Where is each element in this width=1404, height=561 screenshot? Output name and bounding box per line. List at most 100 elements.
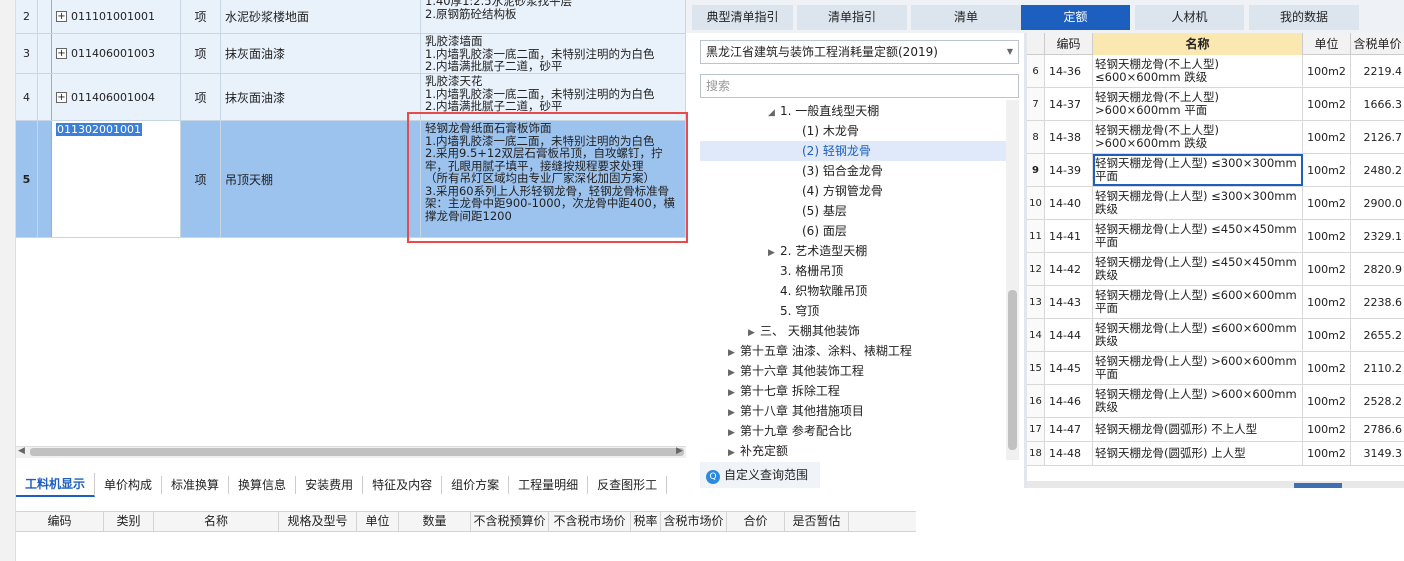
library-tab[interactable]: 定额 bbox=[1021, 5, 1130, 30]
library-tab[interactable]: 清单 bbox=[911, 5, 1021, 30]
item-features[interactable]: 1.40厚1:2.5水泥砂浆找平层 2.原钢筋砼结构板 bbox=[421, 0, 686, 33]
quota-row[interactable]: 14 14-44 轻钢天棚龙骨(上人型) ≤600×600mm 跌级 100m2 265… bbox=[1027, 319, 1404, 352]
detail-col-header[interactable]: 税率 bbox=[631, 512, 661, 531]
item-code-cell[interactable]: +011101001001 bbox=[52, 0, 181, 33]
tree-node[interactable]: (1) 木龙骨 bbox=[700, 121, 1006, 141]
tree-node[interactable]: (4) 方钢管龙骨 bbox=[700, 181, 1006, 201]
expand-icon[interactable]: + bbox=[56, 11, 67, 22]
quota-row[interactable]: 10 14-40 轻钢天棚龙骨(上人型) ≤300×300mm 跌级 100m2 290… bbox=[1027, 187, 1404, 220]
detail-col-header[interactable]: 规格及型号 bbox=[279, 512, 357, 531]
quota-col-code[interactable]: 编码 bbox=[1045, 33, 1093, 55]
quota-name[interactable]: 轻钢天棚龙骨(上人型) >600×600mm 跌级 bbox=[1093, 385, 1303, 417]
tree-node[interactable]: (3) 铝合金龙骨 bbox=[700, 161, 1006, 181]
tree-scroll-thumb[interactable] bbox=[1008, 290, 1017, 450]
quota-row[interactable]: 18 14-48 轻钢天棚龙骨(圆弧形) 上人型 100m2 3149.3 bbox=[1027, 442, 1404, 466]
quota-library-select[interactable]: 黑龙江省建筑与装饰工程消耗量定额(2019) ▼ bbox=[700, 40, 1019, 64]
quota-row[interactable]: 17 14-47 轻钢天棚龙骨(圆弧形) 不上人型 100m2 2786.6 bbox=[1027, 418, 1404, 442]
tree-node[interactable]: ◢ 1. 一般直线型天棚 bbox=[700, 101, 1006, 121]
detail-tab[interactable]: 工程量明细 bbox=[509, 476, 589, 494]
caret-right-icon[interactable]: ▶ bbox=[728, 403, 740, 423]
detail-tab[interactable]: 安装费用 bbox=[296, 476, 364, 494]
tree-node[interactable]: ▶ 第十五章 油漆、涂料、裱糊工程 bbox=[700, 341, 1006, 361]
quota-name[interactable]: 轻钢天棚龙骨(上人型) ≤600×600mm 平面 bbox=[1093, 286, 1303, 318]
quota-name[interactable]: 轻钢天棚龙骨(不上人型) >600×600mm 平面 bbox=[1093, 88, 1303, 120]
quota-row[interactable]: 9 14-39 轻钢天棚龙骨(上人型) ≤300×300mm 平面 100m2 2480… bbox=[1027, 154, 1404, 187]
tree-node[interactable]: ▶ 第十六章 其他装饰工程 bbox=[700, 361, 1006, 381]
item-code-cell[interactable]: +011406001003 bbox=[52, 34, 181, 73]
chevron-down-icon[interactable]: ▼ bbox=[1007, 41, 1013, 63]
item-code-cell[interactable]: 011302001001 bbox=[52, 121, 181, 237]
caret-right-icon[interactable]: ▶ bbox=[728, 383, 740, 403]
detail-col-header[interactable]: 单位 bbox=[357, 512, 399, 531]
tree-node[interactable]: ▶ 补充定额 bbox=[700, 441, 1006, 461]
tree-node[interactable]: ▶ 第十九章 参考配合比 bbox=[700, 421, 1006, 441]
quota-name[interactable]: 轻钢天棚龙骨(上人型) ≤450×450mm 跌级 bbox=[1093, 253, 1303, 285]
detail-col-header[interactable]: 名称 bbox=[154, 512, 279, 531]
table-row[interactable]: 2 +011101001001 项水泥砂浆楼地面 1.40厚1:2.5水泥砂浆找平层 2… bbox=[16, 0, 686, 34]
library-tab[interactable]: 人材机 bbox=[1135, 5, 1244, 30]
horizontal-scroll-thumb[interactable] bbox=[30, 448, 684, 456]
tree-node[interactable]: 3. 格栅吊顶 bbox=[700, 261, 1006, 281]
item-features[interactable]: 乳胶漆墙面 1.内墙乳胶漆一底二面，未特别注明的为白色 2.内墙满批腻子二道，砂平 bbox=[421, 34, 686, 73]
detail-col-header[interactable]: 数量 bbox=[399, 512, 471, 531]
caret-right-icon[interactable]: ▶ bbox=[728, 363, 740, 383]
quota-name[interactable]: 轻钢天棚龙骨(上人型) ≤300×300mm 跌级 bbox=[1093, 187, 1303, 219]
caret-right-icon[interactable]: ▶ bbox=[728, 343, 740, 363]
detail-tab[interactable]: 标准换算 bbox=[162, 476, 230, 494]
quota-name[interactable]: 轻钢天棚龙骨(上人型) ≤600×600mm 跌级 bbox=[1093, 319, 1303, 351]
item-name[interactable]: 水泥砂浆楼地面 bbox=[221, 0, 421, 33]
tree-node[interactable]: ▶ 第十八章 其他措施项目 bbox=[700, 401, 1006, 421]
library-tab[interactable]: 典型清单指引 bbox=[692, 5, 793, 30]
detail-col-header[interactable]: 编码 bbox=[16, 512, 104, 531]
tree-search-input[interactable]: 搜索 bbox=[700, 74, 1019, 98]
caret-right-icon[interactable]: ▶ bbox=[768, 243, 780, 263]
caret-right-icon[interactable]: ▶ bbox=[728, 443, 740, 463]
detail-col-header[interactable]: 是否暂估 bbox=[785, 512, 849, 531]
detail-tab[interactable]: 反查图形工 bbox=[588, 476, 668, 494]
detail-col-header[interactable]: 不含税预算价 bbox=[471, 512, 549, 531]
tree-node[interactable]: (2) 轻钢龙骨 bbox=[700, 141, 1006, 161]
library-tab[interactable]: 清单指引 bbox=[797, 5, 907, 30]
detail-tab[interactable]: 单价构成 bbox=[95, 476, 163, 494]
detail-tab[interactable]: 特征及内容 bbox=[363, 476, 443, 494]
table-row[interactable]: 3 +011406001003 项抹灰面油漆 乳胶漆墙面 1.内墙乳胶漆一底二面，未特别… bbox=[16, 34, 686, 74]
quota-name[interactable]: 轻钢天棚龙骨(上人型) ≤450×450mm 平面 bbox=[1093, 220, 1303, 252]
expand-icon[interactable]: + bbox=[56, 48, 67, 59]
quota-name[interactable]: 轻钢天棚龙骨(圆弧形) 不上人型 bbox=[1093, 418, 1303, 441]
item-name[interactable]: 吊顶天棚 bbox=[221, 121, 421, 237]
quota-name[interactable]: 轻钢天棚龙骨(上人型) >600×600mm 平面 bbox=[1093, 352, 1303, 384]
quota-col-unit[interactable]: 单位 bbox=[1303, 33, 1351, 55]
quota-row[interactable]: 13 14-43 轻钢天棚龙骨(上人型) ≤600×600mm 平面 100m2 223… bbox=[1027, 286, 1404, 319]
detail-tab[interactable]: 工料机显示 bbox=[16, 473, 96, 497]
quota-name[interactable]: 轻钢天棚龙骨(圆弧形) 上人型 bbox=[1093, 442, 1303, 465]
detail-tab[interactable]: 组价方案 bbox=[442, 476, 510, 494]
detail-col-header[interactable]: 含税市场价 bbox=[661, 512, 727, 531]
quota-name[interactable]: 轻钢天棚龙骨(不上人型) ≤600×600mm 跌级 bbox=[1093, 55, 1303, 87]
detail-col-header[interactable]: 类别 bbox=[104, 512, 154, 531]
quota-name[interactable]: 轻钢天棚龙骨(上人型) ≤300×300mm 平面 bbox=[1093, 154, 1303, 186]
quota-row[interactable]: 11 14-41 轻钢天棚龙骨(上人型) ≤450×450mm 平面 100m2 232… bbox=[1027, 220, 1404, 253]
item-code[interactable]: 011302001001 bbox=[56, 123, 142, 136]
tree-node[interactable]: 4. 织物软雕吊顶 bbox=[700, 281, 1006, 301]
scroll-right-icon[interactable]: ▶ bbox=[676, 446, 683, 456]
detail-col-header[interactable]: 合价 bbox=[727, 512, 785, 531]
detail-tab[interactable]: 换算信息 bbox=[229, 476, 297, 494]
scroll-left-icon[interactable]: ◀ bbox=[18, 446, 25, 456]
expand-icon[interactable]: + bbox=[56, 91, 67, 103]
tree-node[interactable]: ▶ 三、 天棚其他装饰 bbox=[700, 321, 1006, 341]
tree-node[interactable]: ▶ 2. 艺术造型天棚 bbox=[700, 241, 1006, 261]
quota-row[interactable]: 15 14-45 轻钢天棚龙骨(上人型) >600×600mm 平面 100m2 211… bbox=[1027, 352, 1404, 385]
item-name[interactable]: 抹灰面油漆 bbox=[221, 34, 421, 73]
tree-node[interactable]: ▶ 第十七章 拆除工程 bbox=[700, 381, 1006, 401]
tree-node[interactable]: (6) 面层 bbox=[700, 221, 1006, 241]
item-name[interactable]: 抹灰面油漆 bbox=[221, 74, 421, 120]
caret-right-icon[interactable]: ▶ bbox=[728, 423, 740, 443]
custom-scope-button[interactable]: Q 自定义查询范围 bbox=[700, 462, 820, 488]
tree-node[interactable]: 5. 穹顶 bbox=[700, 301, 1006, 321]
library-tab[interactable]: 我的数据 bbox=[1249, 5, 1359, 30]
quota-row[interactable]: 16 14-46 轻钢天棚龙骨(上人型) >600×600mm 跌级 100m2 252… bbox=[1027, 385, 1404, 418]
quota-col-price[interactable]: 含税单价 bbox=[1351, 33, 1404, 55]
quota-row[interactable]: 7 14-37 轻钢天棚龙骨(不上人型) >600×600mm 平面 100m2 166… bbox=[1027, 88, 1404, 121]
caret-right-icon[interactable]: ▶ bbox=[748, 323, 760, 343]
quota-row[interactable]: 12 14-42 轻钢天棚龙骨(上人型) ≤450×450mm 跌级 100m2 282… bbox=[1027, 253, 1404, 286]
